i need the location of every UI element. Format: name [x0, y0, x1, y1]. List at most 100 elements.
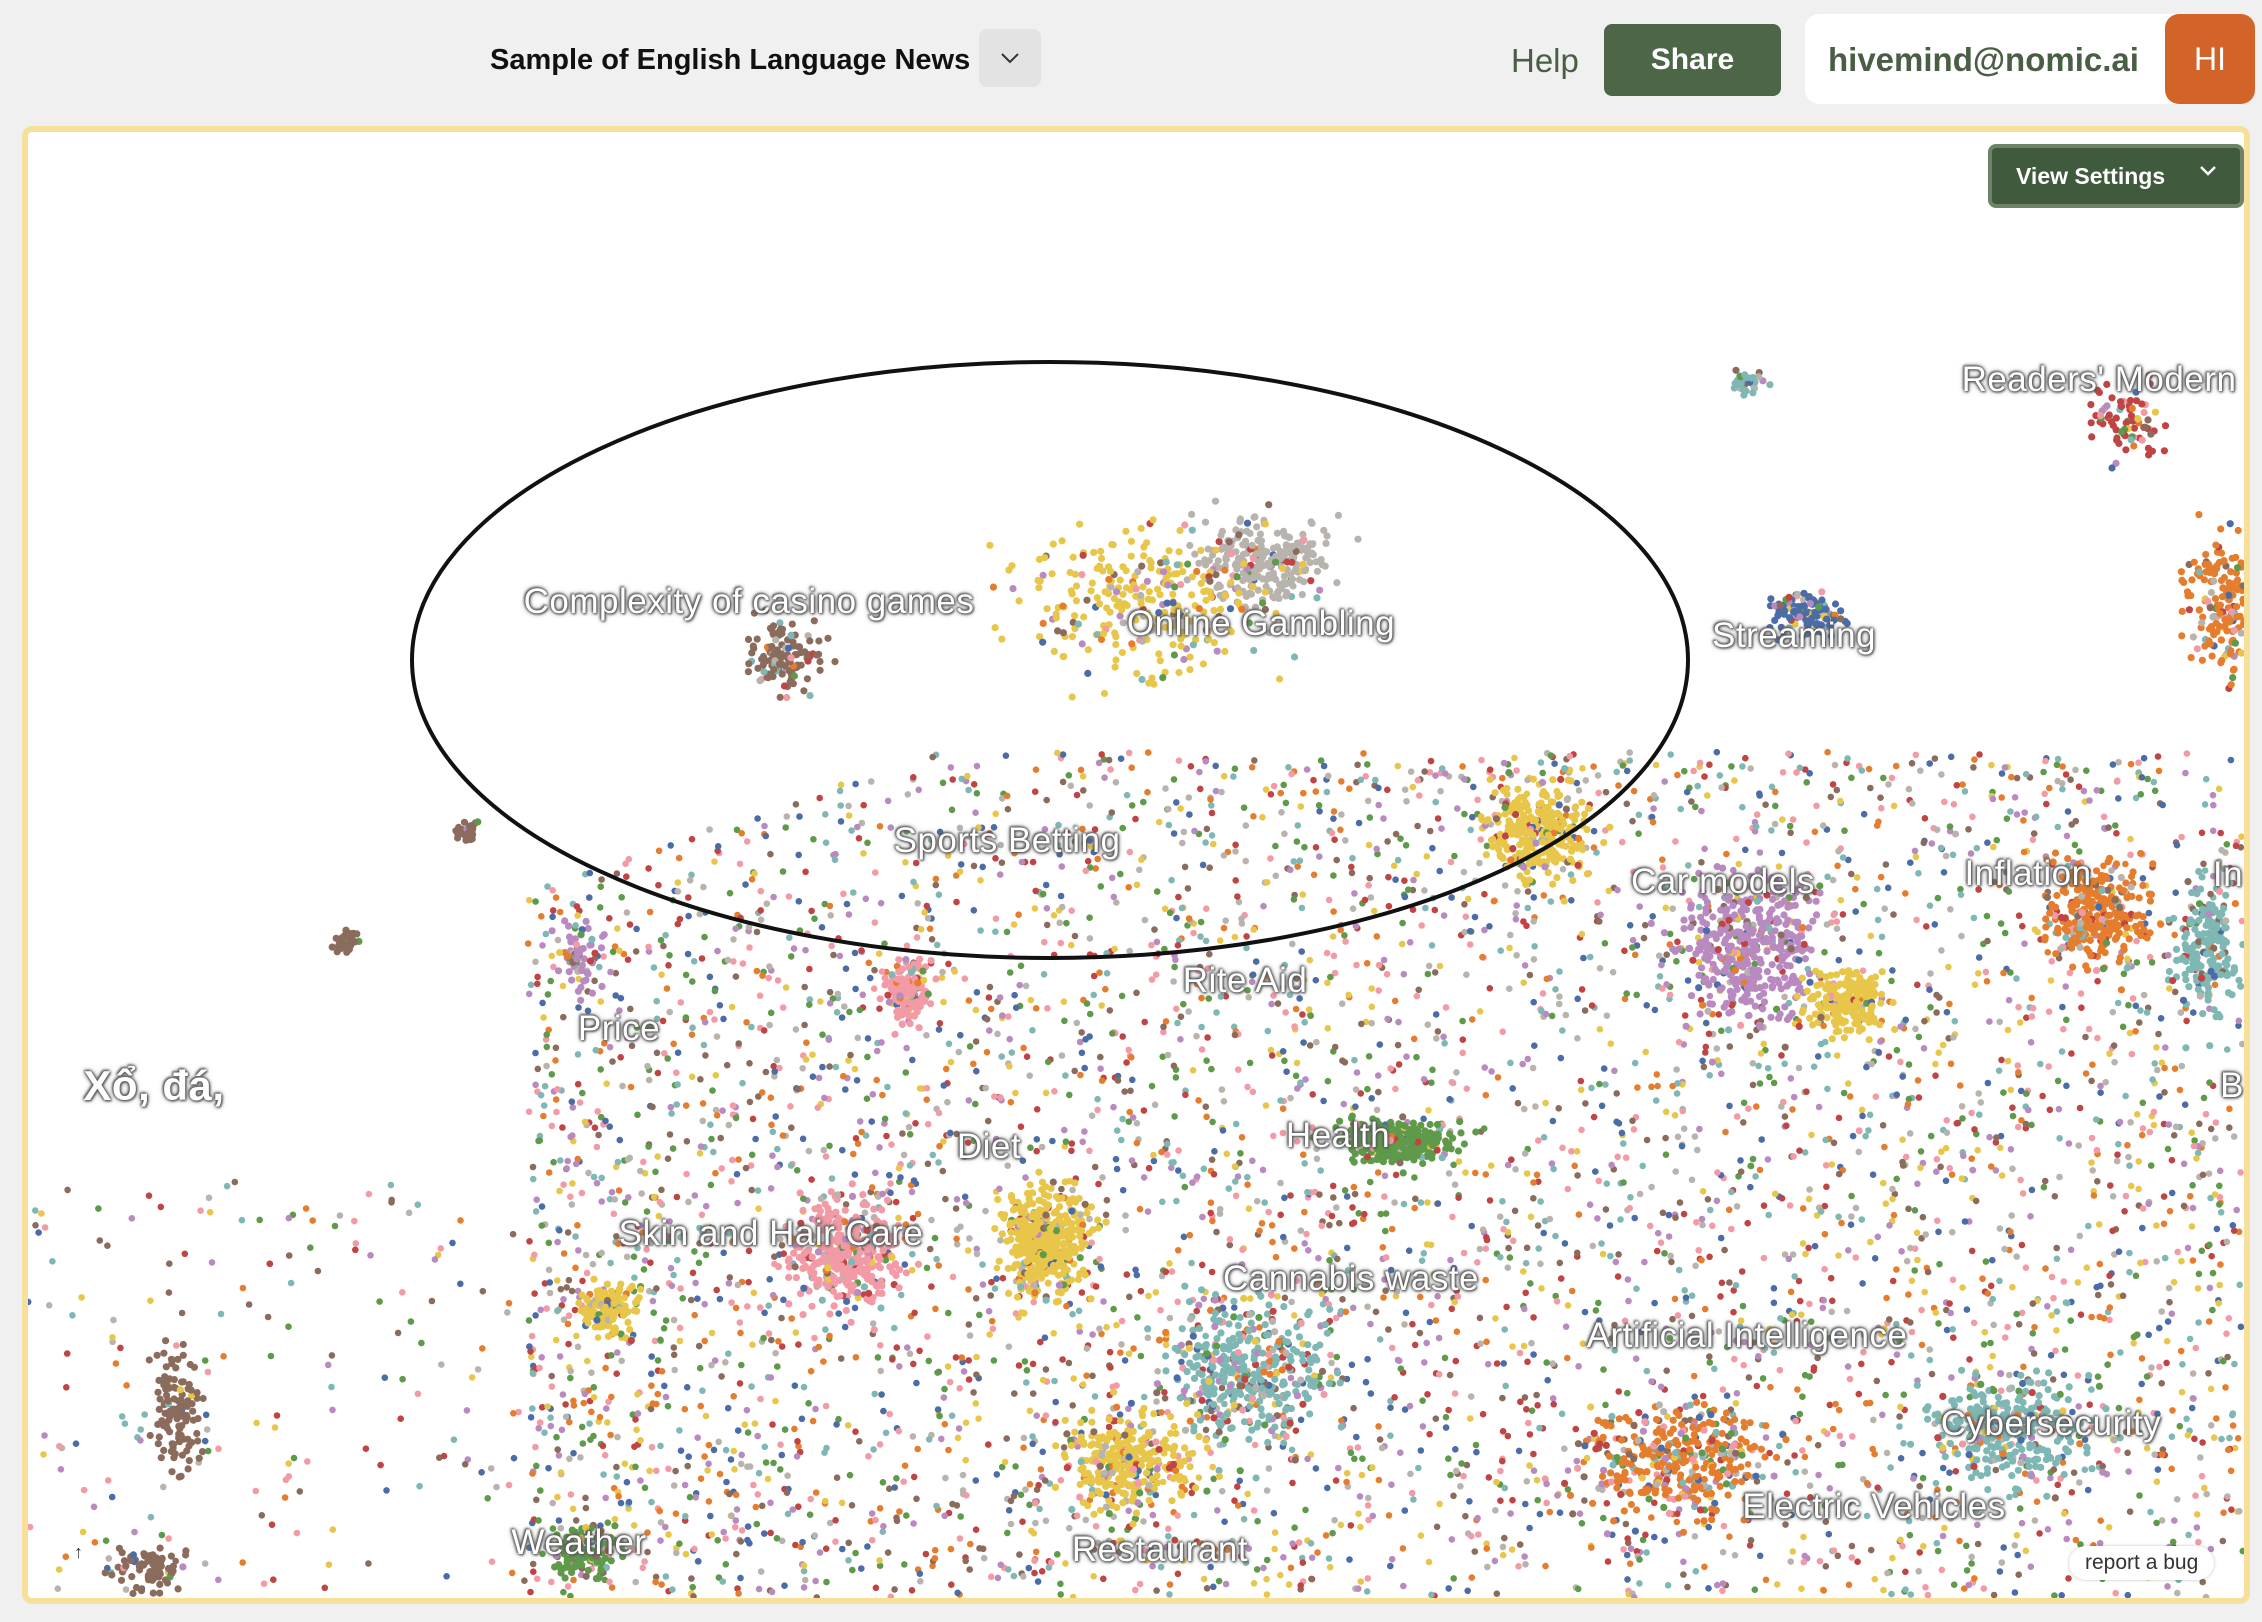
map-point [638, 1190, 645, 1197]
map-point [618, 894, 625, 901]
map-point [573, 903, 581, 910]
map-point [2013, 1532, 2021, 1539]
share-button[interactable]: Share [1604, 24, 1781, 96]
map-point [801, 1576, 809, 1584]
map-point [722, 1535, 729, 1542]
map-point [1099, 1174, 1106, 1181]
dataset-dropdown-button[interactable] [979, 29, 1041, 87]
map-point [1624, 1276, 1632, 1283]
map-point [837, 1355, 845, 1362]
map-point [566, 1455, 573, 1463]
map-point [1932, 1060, 1939, 1068]
map-point [1407, 768, 1415, 775]
map-point [2058, 780, 2066, 787]
map-point [1429, 1066, 1436, 1074]
map-point [990, 1357, 998, 1364]
map-point [2088, 1386, 2095, 1393]
map-point [1175, 893, 1182, 901]
map-point [539, 942, 546, 949]
map-point [1410, 1496, 1417, 1503]
map-point [669, 1586, 676, 1593]
map-point [1924, 1591, 1932, 1598]
map-panel[interactable]: View Settings Readers' Modern Complexity… [22, 126, 2250, 1604]
map-point [1026, 1481, 1034, 1488]
map-point [941, 1512, 948, 1520]
map-point [860, 801, 867, 809]
map-point [658, 971, 665, 978]
map-point [1200, 1575, 1208, 1583]
map-point [1140, 1174, 1148, 1181]
map-point [2009, 1165, 2016, 1173]
map-point [960, 1368, 968, 1375]
map-point [715, 1438, 722, 1446]
map-point [992, 915, 1000, 922]
map-point [1995, 1067, 2003, 1074]
map-point [1461, 901, 1468, 908]
map-point [653, 1049, 661, 1057]
map-point [1003, 1435, 1010, 1442]
map-point [1737, 1157, 1744, 1164]
map-point [1328, 1212, 1336, 1220]
map-point [1469, 813, 1476, 821]
map-point [1693, 1518, 1701, 1525]
map-point [823, 1578, 830, 1586]
map-point [1974, 1146, 1981, 1154]
map-point [2191, 1435, 2198, 1443]
map-point [1348, 863, 1355, 871]
map-point [738, 1361, 745, 1369]
map-point [1231, 1031, 1239, 1039]
map-point [1564, 1467, 1572, 1474]
help-link[interactable]: Help [1511, 40, 1579, 82]
map-point [1136, 866, 1143, 874]
map-point [616, 947, 623, 954]
map-point [910, 878, 917, 886]
map-point [832, 1063, 840, 1071]
map-point [876, 1557, 883, 1564]
map-point [987, 1005, 995, 1013]
map-point [1079, 1138, 1086, 1146]
map-point [1835, 1114, 1843, 1122]
map-point [1839, 911, 1847, 918]
avatar[interactable]: HI [2165, 14, 2255, 104]
map-point [604, 1419, 611, 1426]
map-point [1226, 1241, 1234, 1249]
map-point [1158, 1409, 1165, 1416]
map-point [1984, 1290, 1992, 1297]
user-email[interactable]: hivemind@nomic.ai [1828, 40, 2139, 80]
map-point [1514, 888, 1521, 895]
map-point [719, 1578, 726, 1585]
map-point [1900, 1391, 1908, 1398]
map-point [924, 1120, 932, 1128]
map-point [574, 1080, 582, 1088]
map-point [1467, 826, 1474, 834]
map-point [1534, 1402, 1541, 1409]
map-point [1165, 805, 1172, 813]
map-point [1739, 803, 1746, 811]
map-point [1896, 1413, 1903, 1420]
map-point [1499, 1551, 1507, 1559]
map-point [1847, 1221, 1855, 1228]
map-point [1071, 1067, 1078, 1075]
map-point [1358, 1020, 1365, 1028]
map-point [850, 1150, 857, 1158]
map-point [1246, 1059, 1254, 1067]
map-point [1566, 752, 1573, 760]
map-point [817, 1195, 825, 1202]
map-point [2047, 1474, 2054, 1482]
map-point [1659, 985, 1666, 992]
map-point [979, 863, 986, 871]
map-point [2201, 801, 2209, 808]
map-point [1154, 1368, 1161, 1375]
scatter-map[interactable] [28, 132, 2244, 1598]
map-point [2076, 1104, 2084, 1112]
map-point [738, 830, 745, 837]
map-point [1337, 826, 1344, 834]
map-point [696, 1150, 704, 1157]
map-point [837, 802, 844, 809]
map-point [1026, 1072, 1033, 1079]
map-point [737, 1538, 745, 1545]
map-point [1058, 903, 1066, 911]
map-point [654, 1357, 662, 1364]
map-point [614, 1433, 621, 1441]
map-point [701, 1453, 708, 1460]
